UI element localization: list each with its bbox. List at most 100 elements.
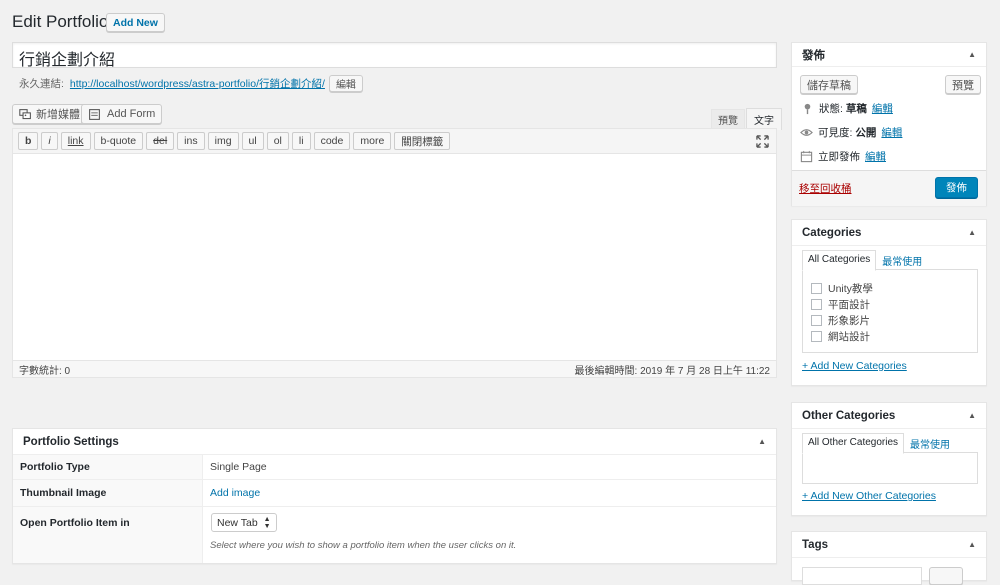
editor-textarea[interactable] bbox=[13, 154, 776, 360]
collapse-arrow-icon[interactable]: ▲ bbox=[968, 411, 976, 420]
categories-box: Categories ▲ All Categories 最常使用 Unity教學… bbox=[791, 219, 987, 386]
form-icon bbox=[89, 108, 100, 120]
schedule-edit-link[interactable]: 編輯 bbox=[865, 149, 886, 164]
category-item[interactable]: 形象影片 bbox=[811, 312, 969, 328]
add-image-link[interactable]: Add image bbox=[203, 487, 260, 499]
qt-ins-button[interactable]: ins bbox=[177, 132, 205, 150]
visibility-edit-link[interactable]: 編輯 bbox=[881, 125, 902, 140]
checkbox[interactable] bbox=[811, 282, 822, 294]
add-media-label: 新增媒體 bbox=[36, 109, 80, 121]
publish-box: 發佈 ▲ 儲存草稿 預覽 狀態: 草稿 編輯 可見度: 公開 編輯 立即發佈 編… bbox=[791, 42, 987, 206]
editor-status-bar: 字數統計: 0 最後編輯時間: 2019 年 7 月 28 日上午 11:22 bbox=[13, 360, 776, 377]
move-to-trash-link[interactable]: 移至回收桶 bbox=[799, 181, 852, 196]
qt-link-button[interactable]: link bbox=[60, 132, 91, 150]
collapse-arrow-icon[interactable]: ▲ bbox=[968, 540, 976, 549]
qt-img-button[interactable]: img bbox=[207, 132, 239, 150]
qt-more-button[interactable]: more bbox=[353, 132, 392, 150]
add-new-button[interactable]: Add New bbox=[106, 13, 165, 32]
publish-button[interactable]: 發佈 bbox=[935, 177, 978, 198]
editor-container: b i link b-quote del ins img ul ol li co… bbox=[12, 128, 777, 378]
qt-bquote-button[interactable]: b-quote bbox=[93, 132, 144, 150]
qt-li-button[interactable]: li bbox=[291, 132, 311, 150]
tab-text[interactable]: 文字 bbox=[746, 108, 782, 130]
title-input[interactable]: 行銷企劃介紹 bbox=[12, 42, 777, 69]
checkbox[interactable] bbox=[811, 314, 822, 326]
qt-bold-button[interactable]: b bbox=[18, 132, 39, 150]
tags-title: Tags bbox=[802, 538, 828, 551]
word-count: 字數統計: 0 bbox=[19, 365, 71, 377]
tags-header[interactable]: Tags ▲ bbox=[792, 532, 986, 558]
qt-close-tags-button[interactable]: 關閉標籤 bbox=[394, 132, 451, 150]
visibility-row: 可見度: 公開 編輯 bbox=[800, 125, 902, 140]
status-value: 草稿 bbox=[845, 103, 867, 115]
collapse-arrow-icon[interactable]: ▲ bbox=[968, 50, 976, 59]
portfolio-settings-title: Portfolio Settings bbox=[23, 435, 119, 448]
setting-row-open-in: Open Portfolio Item in New Tab ▲ ▼ Select… bbox=[13, 507, 776, 563]
permalink-label: 永久連結: bbox=[19, 78, 64, 90]
add-media-button[interactable]: 新增媒體 bbox=[12, 104, 87, 124]
portfolio-settings-header[interactable]: Portfolio Settings ▲ bbox=[13, 429, 776, 455]
open-in-select[interactable]: New Tab ▲ ▼ bbox=[211, 513, 277, 532]
media-icon bbox=[19, 108, 31, 119]
categories-header[interactable]: Categories ▲ bbox=[792, 220, 986, 246]
add-new-category-link[interactable]: + Add New Categories bbox=[802, 360, 907, 372]
select-arrows-icon: ▲ ▼ bbox=[263, 515, 271, 530]
portfolio-settings-table: Portfolio Type Single Page Thumbnail Ima… bbox=[13, 455, 776, 563]
open-in-select-value: New Tab bbox=[217, 516, 258, 529]
other-categories-header[interactable]: Other Categories ▲ bbox=[792, 403, 986, 429]
other-categories-checklist bbox=[802, 452, 978, 484]
other-categories-tabs: All Other Categories 最常使用 bbox=[802, 433, 955, 454]
add-form-label: Add Form bbox=[107, 108, 156, 120]
quicktags-toolbar: b i link b-quote del ins img ul ol li co… bbox=[13, 129, 776, 154]
pin-icon bbox=[804, 103, 811, 115]
calendar-icon bbox=[800, 150, 813, 163]
tab-all-other-categories[interactable]: All Other Categories bbox=[802, 433, 905, 454]
publish-header[interactable]: 發佈 ▲ bbox=[792, 43, 986, 67]
category-item[interactable]: 網站設計 bbox=[811, 328, 969, 344]
checkbox[interactable] bbox=[811, 330, 822, 342]
tags-box: Tags ▲ bbox=[791, 531, 987, 585]
tab-popular-categories[interactable]: 最常使用 bbox=[876, 250, 927, 271]
collapse-arrow-icon[interactable]: ▲ bbox=[968, 228, 976, 237]
permalink-row: 永久連結: http://localhost/wordpress/astra-p… bbox=[19, 75, 363, 92]
tab-visual[interactable]: 預覽 bbox=[711, 109, 745, 130]
eye-icon bbox=[800, 129, 813, 136]
tab-all-categories[interactable]: All Categories bbox=[802, 250, 877, 271]
collapse-arrow-icon[interactable]: ▲ bbox=[758, 437, 766, 446]
qt-ol-button[interactable]: ol bbox=[266, 132, 289, 150]
tab-popular-other-categories[interactable]: 最常使用 bbox=[904, 433, 955, 454]
qt-del-button[interactable]: del bbox=[146, 132, 175, 150]
category-item[interactable]: Unity教學 bbox=[811, 280, 969, 296]
checkbox[interactable] bbox=[811, 298, 822, 310]
qt-ul-button[interactable]: ul bbox=[241, 132, 264, 150]
qt-code-button[interactable]: code bbox=[313, 132, 351, 150]
visibility-value: 公開 bbox=[855, 127, 877, 139]
page-title: Edit Portfolio bbox=[12, 12, 109, 31]
qt-italic-button[interactable]: i bbox=[41, 132, 58, 150]
add-new-other-category-link[interactable]: + Add New Other Categories bbox=[802, 490, 936, 502]
portfolio-settings-box: Portfolio Settings ▲ Portfolio Type Sing… bbox=[12, 428, 777, 564]
open-in-label: Open Portfolio Item in bbox=[20, 517, 130, 529]
add-form-button[interactable]: Add Form bbox=[81, 104, 163, 124]
schedule-row: 立即發佈 編輯 bbox=[800, 149, 886, 164]
categories-title: Categories bbox=[802, 226, 862, 239]
permalink-link[interactable]: http://localhost/wordpress/astra-portfol… bbox=[70, 76, 325, 91]
setting-row-thumbnail: Thumbnail Image Add image bbox=[13, 480, 776, 507]
portfolio-type-value[interactable]: Single Page bbox=[203, 461, 267, 473]
schedule-label: 立即發佈 bbox=[818, 151, 860, 163]
visibility-label: 可見度: bbox=[818, 127, 853, 139]
publish-actions: 移至回收桶 發佈 bbox=[792, 170, 986, 206]
last-edited: 最後編輯時間: 2019 年 7 月 28 日上午 11:22 bbox=[574, 365, 770, 377]
preview-button[interactable]: 預覽 bbox=[945, 75, 981, 94]
other-categories-box: Other Categories ▲ All Other Categories … bbox=[791, 402, 987, 516]
permalink-edit-button[interactable]: 編輯 bbox=[328, 75, 363, 92]
save-draft-button[interactable]: 儲存草稿 bbox=[800, 75, 858, 94]
setting-row-type: Portfolio Type Single Page bbox=[13, 455, 776, 480]
thumbnail-label: Thumbnail Image bbox=[20, 487, 107, 499]
fullscreen-icon[interactable] bbox=[756, 135, 769, 148]
status-row: 狀態: 草稿 編輯 bbox=[801, 101, 893, 116]
status-label: 狀態: bbox=[819, 103, 843, 115]
category-item[interactable]: 平面設計 bbox=[811, 296, 969, 312]
status-edit-link[interactable]: 編輯 bbox=[872, 101, 893, 116]
other-categories-title: Other Categories bbox=[802, 409, 896, 422]
